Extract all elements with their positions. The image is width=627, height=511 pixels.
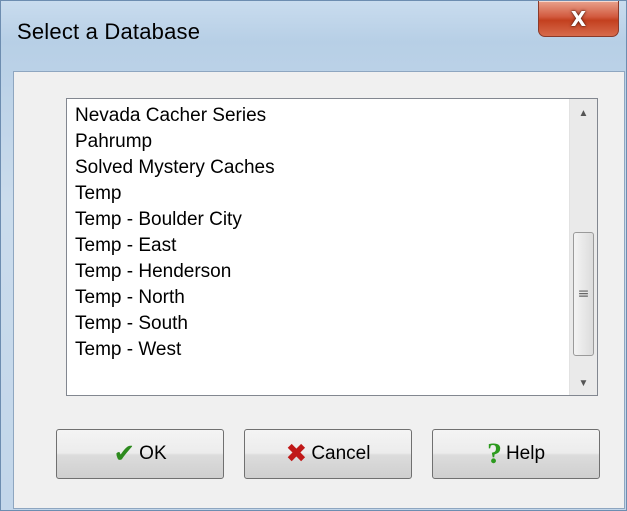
close-button[interactable]: X	[538, 1, 619, 37]
help-button-label: Help	[505, 443, 546, 464]
check-icon: ✔	[113, 439, 136, 469]
dialog-client-area: Nevada Cacher Series Pahrump Solved Myst…	[13, 71, 625, 509]
list-item[interactable]: Temp - Boulder City	[75, 207, 545, 233]
list-item[interactable]: Temp - South	[75, 311, 545, 337]
list-item[interactable]: Solved Mystery Caches	[75, 155, 545, 181]
list-item[interactable]: Temp - East	[75, 233, 545, 259]
question-icon: ?	[486, 437, 502, 470]
list-item[interactable]: Temp	[75, 181, 545, 207]
cancel-button[interactable]: ✖ Cancel	[244, 429, 412, 479]
list-item[interactable]: Pahrump	[75, 129, 545, 155]
ok-button-label: OK	[139, 443, 167, 464]
list-item[interactable]: Temp - Henderson	[75, 259, 545, 285]
scroll-thumb[interactable]: ≡	[573, 232, 594, 356]
scroll-down-icon[interactable]: ▼	[570, 371, 597, 395]
scroll-up-icon[interactable]: ▲	[570, 101, 597, 125]
select-database-dialog: Select a Database X Nevada Cacher Series…	[0, 0, 627, 511]
grip-icon: ≡	[577, 286, 590, 302]
database-listbox[interactable]: Nevada Cacher Series Pahrump Solved Myst…	[66, 98, 598, 396]
database-list: Nevada Cacher Series Pahrump Solved Myst…	[75, 103, 545, 363]
vertical-scrollbar[interactable]: ▲ ≡ ▼	[569, 99, 597, 395]
x-icon: ✖	[285, 439, 308, 469]
title-bar[interactable]: Select a Database X	[1, 1, 627, 71]
list-item[interactable]: Nevada Cacher Series	[75, 103, 545, 129]
dialog-title: Select a Database	[17, 19, 201, 44]
cancel-button-label: Cancel	[311, 443, 371, 464]
list-item[interactable]: Temp - West	[75, 337, 545, 363]
list-item[interactable]: Temp - North	[75, 285, 545, 311]
help-button[interactable]: ? Help	[432, 429, 600, 479]
close-icon: X	[570, 6, 587, 31]
ok-button[interactable]: ✔ OK	[56, 429, 224, 479]
